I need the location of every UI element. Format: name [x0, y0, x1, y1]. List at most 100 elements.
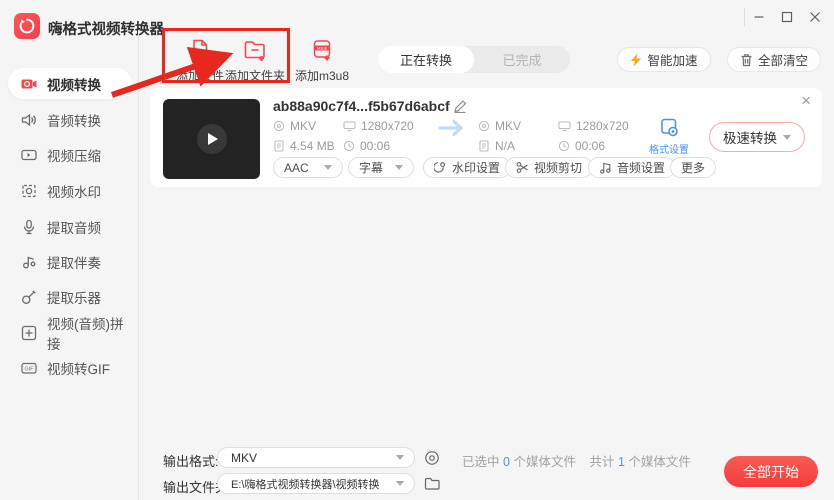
format-settings-button[interactable]: 格式设置 — [648, 117, 690, 156]
source-resolution: 1280x720 — [343, 119, 414, 133]
clear-all-label: 全部清空 — [758, 50, 808, 69]
clock-icon — [558, 140, 570, 152]
edit-pencil-icon — [453, 99, 467, 113]
add-m3u8-label: 添加m3u8 — [289, 67, 355, 84]
source-duration: 00:06 — [343, 139, 390, 153]
sidebar-item-label: 视频压缩 — [47, 145, 101, 165]
target-resolution: 1280x720 — [558, 119, 629, 133]
start-all-label: 全部开始 — [743, 462, 799, 482]
file-size-icon — [273, 140, 285, 152]
sidebar-item-video-compress[interactable]: 视频压缩 — [8, 139, 132, 170]
output-format-select[interactable]: MKV — [217, 447, 415, 468]
app-window: 嗨格式视频转换器 视频转换 音频转换 视频压缩 视频水印 — [0, 0, 834, 500]
rename-button[interactable] — [453, 99, 467, 118]
chevron-down-icon — [324, 165, 332, 170]
start-all-button[interactable]: 全部开始 — [724, 456, 818, 487]
file-size-icon — [478, 140, 490, 152]
sidebar-item-video-audio-splice[interactable]: 视频(音频)拼接 — [8, 317, 132, 348]
audio-settings-button[interactable]: 音频设置 — [588, 157, 676, 178]
file-list-item: ab88a90c7f4...f5b67d6abcf × MKV 1280x720… — [150, 88, 822, 187]
video-thumbnail[interactable] — [163, 99, 260, 179]
audio-track-select[interactable]: AAC — [273, 157, 343, 178]
chevron-down-icon — [396, 455, 404, 460]
maximize-button[interactable] — [776, 6, 798, 28]
music-note-icon — [599, 161, 612, 174]
sidebar-item-label: 视频水印 — [47, 181, 101, 201]
sidebar-item-label: 音频转换 — [47, 110, 101, 130]
app-title: 嗨格式视频转换器 — [48, 18, 164, 39]
open-folder-button[interactable] — [424, 476, 440, 496]
source-format: MKV — [273, 119, 316, 133]
minimize-button[interactable] — [748, 6, 770, 28]
total-count: 1 — [618, 455, 625, 469]
resolution-icon — [343, 120, 356, 132]
target-format: MKV — [478, 119, 521, 133]
minimize-icon — [753, 11, 765, 23]
lightning-icon — [630, 53, 642, 67]
smart-accelerate-label: 智能加速 — [647, 50, 697, 69]
add-folder-icon — [220, 34, 290, 63]
format-target-button[interactable] — [424, 450, 440, 471]
folder-icon — [424, 476, 440, 491]
format-icon — [273, 120, 285, 132]
selected-prefix: 已选中 — [462, 455, 500, 469]
gif-icon: GIF — [19, 358, 38, 377]
more-button[interactable]: 更多 — [670, 157, 716, 178]
tab-completed[interactable]: 已完成 — [474, 46, 570, 73]
audio-track-value: AAC — [284, 161, 309, 175]
sidebar-item-video-to-gif[interactable]: GIF 视频转GIF — [8, 352, 132, 383]
selection-summary: 已选中 0 个媒体文件 共计 1 个媒体文件 — [462, 451, 691, 470]
sidebar-item-video-watermark[interactable]: 视频水印 — [8, 175, 132, 206]
clear-all-button[interactable]: 全部清空 — [727, 47, 821, 72]
quick-convert-button[interactable]: 极速转换 — [709, 122, 805, 152]
format-settings-label: 格式设置 — [648, 141, 690, 156]
video-cut-button[interactable]: 视频剪切 — [505, 157, 593, 178]
sidebar-item-video-convert[interactable]: 视频转换 — [8, 68, 132, 99]
watermark-droplet-icon — [434, 161, 447, 174]
close-icon — [809, 11, 821, 23]
smart-accelerate-button[interactable]: 智能加速 — [617, 47, 711, 72]
sidebar-item-label: 提取音频 — [47, 217, 101, 237]
output-format-label: 输出格式: — [163, 451, 219, 470]
chevron-down-icon — [783, 135, 791, 140]
watermark-settings-label: 水印设置 — [452, 159, 500, 176]
remove-file-button[interactable]: × — [801, 92, 811, 109]
add-folder-button[interactable]: 添加文件夹 — [220, 34, 290, 84]
file-name: ab88a90c7f4...f5b67d6abcf — [273, 98, 450, 114]
resolution-icon — [558, 120, 571, 132]
clock-icon — [343, 140, 355, 152]
close-button[interactable] — [804, 6, 826, 28]
sidebar-item-extract-instrument[interactable]: 提取乐器 — [8, 281, 132, 312]
sidebar-item-extract-accompaniment[interactable]: 提取伴奏 — [8, 246, 132, 277]
target-icon — [424, 450, 440, 466]
output-folder-select[interactable]: E:\嗨格式视频转换器\视频转换 — [217, 473, 415, 494]
add-m3u8-icon: M3U8 — [289, 34, 355, 63]
sidebar-divider — [138, 30, 139, 500]
scissors-icon — [516, 161, 529, 174]
app-logo — [14, 13, 40, 39]
svg-text:GIF: GIF — [24, 366, 34, 372]
sidebar-item-label: 提取伴奏 — [47, 252, 101, 272]
add-m3u8-button[interactable]: M3U8 添加m3u8 — [289, 34, 355, 84]
output-folder-value: E:\嗨格式视频转换器\视频转换 — [231, 476, 380, 492]
guitar-icon — [19, 287, 38, 306]
sidebar-item-label: 视频(音频)拼接 — [47, 313, 132, 353]
sidebar-item-extract-audio[interactable]: 提取音频 — [8, 211, 132, 242]
format-icon — [478, 120, 490, 132]
watermark-settings-button[interactable]: 水印设置 — [423, 157, 511, 178]
format-settings-icon — [659, 117, 679, 138]
chevron-down-icon — [396, 481, 404, 486]
sidebar-item-audio-convert[interactable]: 音频转换 — [8, 104, 132, 135]
subtitle-select[interactable]: 字幕 — [348, 157, 414, 178]
app-logo-icon — [18, 17, 36, 35]
audio-convert-icon — [19, 110, 38, 129]
video-compress-icon — [19, 145, 38, 164]
target-duration: 00:06 — [558, 139, 605, 153]
accompaniment-icon — [19, 252, 38, 271]
add-folder-label: 添加文件夹 — [220, 67, 290, 84]
tab-converting[interactable]: 正在转换 — [378, 46, 474, 73]
source-size: 4.54 MB — [273, 139, 335, 153]
chevron-down-icon — [395, 165, 403, 170]
sidebar-item-label: 视频转换 — [47, 74, 101, 94]
microphone-icon — [19, 217, 38, 236]
